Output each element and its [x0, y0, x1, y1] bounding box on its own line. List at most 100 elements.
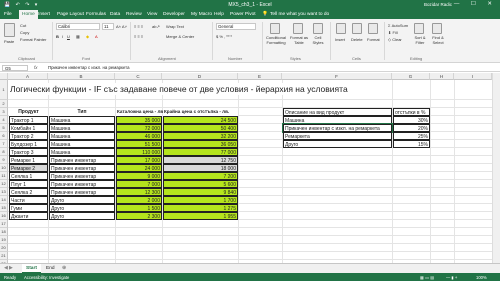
table-cell[interactable]: 110 000 — [116, 148, 162, 156]
table-cell[interactable]: 72 000 — [116, 124, 162, 132]
paste-button[interactable]: Paste — [4, 39, 14, 44]
row-header[interactable]: 9 — [0, 156, 8, 164]
table-cell[interactable]: Друго — [49, 204, 115, 212]
cell-styles-icon[interactable] — [313, 23, 323, 34]
vertical-scrollbar[interactable] — [492, 73, 500, 263]
cell-styles-button[interactable]: Cell Styles — [311, 35, 325, 45]
status-accessibility[interactable]: Accessibility: Investigate — [24, 275, 69, 280]
row-header[interactable]: 15 — [0, 204, 8, 212]
underline-icon[interactable]: U — [67, 34, 70, 39]
table-header-type[interactable]: Тип — [49, 108, 115, 116]
table-cell[interactable]: 77 000 — [163, 148, 238, 156]
tab-developer[interactable]: Developer — [163, 12, 185, 17]
table-cell[interactable]: 18 000 — [163, 164, 238, 172]
table-cell[interactable]: Друго — [49, 212, 115, 220]
table-cell[interactable]: Плуг 1 — [9, 180, 48, 188]
add-sheet-icon[interactable]: ⊕ — [62, 266, 66, 271]
table-cell[interactable]: 32 200 — [163, 132, 238, 140]
cut-button[interactable]: Cut — [20, 23, 26, 28]
row-header[interactable]: 19 — [0, 236, 8, 244]
discount-cell[interactable]: 30% — [393, 116, 430, 124]
find-select-icon[interactable] — [432, 23, 442, 34]
row-header[interactable]: 2 — [0, 100, 8, 108]
table-cell[interactable]: Машина — [49, 116, 115, 124]
table-cell[interactable]: 24 000 — [116, 164, 162, 172]
tab-insert[interactable]: Insert — [38, 12, 50, 17]
discount-cell[interactable]: 25% — [393, 132, 430, 140]
discount-cell[interactable]: Машина — [283, 116, 392, 124]
table-cell[interactable]: 24 500 — [163, 116, 238, 124]
column-header[interactable]: F — [282, 73, 392, 80]
font-size-select[interactable]: 11 — [102, 23, 114, 30]
table-cell[interactable]: 7 200 — [163, 172, 238, 180]
sort-filter-icon[interactable] — [414, 23, 424, 34]
table-cell[interactable]: Трактор 1 — [9, 116, 48, 124]
sheet-tab-start[interactable]: Start — [22, 264, 41, 273]
table-cell[interactable]: Гуми — [9, 204, 48, 212]
sheet-tab-end[interactable]: End — [46, 266, 55, 271]
row-header[interactable]: 11 — [0, 172, 8, 180]
merge-center-button[interactable]: Merge & Center — [166, 34, 194, 39]
table-cell[interactable]: 51 500 — [116, 140, 162, 148]
table-cell[interactable]: Прикачен инвентар — [49, 188, 115, 196]
table-cell[interactable]: 1 955 — [163, 212, 238, 220]
row-header[interactable]: 16 — [0, 212, 8, 220]
discount-header-percent[interactable]: отстъпки в % — [393, 108, 430, 116]
table-cell[interactable]: Сеялка 2 — [9, 188, 48, 196]
discount-cell-selected[interactable]: Прикачен инвентар с изкл. на ремаркета — [282, 123, 393, 133]
autosum-button[interactable]: Σ AutoSum — [388, 23, 408, 28]
table-header-catalog-price[interactable]: Каталожна цена - лв. — [116, 108, 165, 116]
table-cell[interactable]: Трактор 3 — [9, 148, 48, 156]
table-cell[interactable]: 1 700 — [163, 196, 238, 204]
row-header[interactable]: 20 — [0, 244, 8, 252]
align-left-icons[interactable]: ≡ ≡ ≡ — [134, 34, 143, 39]
row-header[interactable]: 4 — [0, 116, 8, 124]
view-mode-icons[interactable]: ▦ ▭ ▤ — [420, 275, 434, 280]
discount-cell[interactable]: 20% — [393, 124, 430, 132]
tab-page-layout[interactable]: Page Layout — [57, 12, 84, 17]
format-as-table-icon[interactable] — [293, 23, 303, 34]
tab-formulas[interactable]: Formulas — [86, 12, 106, 17]
insert-cells-button[interactable]: Insert — [335, 37, 345, 42]
sort-filter-button[interactable]: Sort & Filter — [412, 35, 428, 45]
table-cell[interactable]: Прикачен инвентар — [49, 172, 115, 180]
table-cell[interactable]: Ремарке 2 — [9, 164, 48, 172]
column-header[interactable]: A — [8, 73, 48, 80]
discount-cell[interactable]: 15% — [393, 140, 430, 148]
column-header[interactable]: I — [454, 73, 492, 80]
column-header[interactable]: C — [115, 73, 162, 80]
column-header[interactable]: D — [162, 73, 238, 80]
font-grow-icon[interactable]: A˄ A˅ — [116, 24, 127, 29]
number-format-icons[interactable]: $ % , ⁰⁰ ⁰ — [216, 34, 232, 39]
borders-icon[interactable]: ▦ — [76, 34, 80, 39]
bold-icon[interactable]: B — [56, 34, 59, 39]
tell-me-box[interactable]: Tell me what you want to do — [270, 12, 329, 17]
fx-icon[interactable]: fx — [34, 65, 38, 70]
formula-input[interactable]: Прикачен инвентар с изкл. на ремаркета — [46, 65, 496, 71]
orientation-icon[interactable]: ab↗ — [152, 24, 160, 29]
table-cell[interactable]: 2 300 — [116, 212, 162, 220]
table-cell[interactable]: 36 050 — [163, 140, 238, 148]
table-cell[interactable]: 1 275 — [163, 204, 238, 212]
tab-power-pivot[interactable]: Power Pivot — [230, 12, 256, 17]
table-cell[interactable]: Трактор 2 — [9, 132, 48, 140]
tab-help[interactable]: Help — [214, 12, 224, 17]
table-cell[interactable]: Друго — [49, 196, 115, 204]
italic-icon[interactable]: I — [62, 34, 63, 39]
column-header[interactable]: H — [430, 73, 454, 80]
format-cells-button[interactable]: Format — [367, 37, 380, 42]
table-cell[interactable]: 46 000 — [116, 132, 162, 140]
discount-cell[interactable]: Ремаркета — [283, 132, 392, 140]
table-cell[interactable]: Машина — [49, 132, 115, 140]
sheet-title[interactable]: Логически функции - IF със задаване пове… — [9, 83, 349, 95]
insert-cells-icon[interactable] — [336, 23, 346, 34]
table-cell[interactable]: 2 000 — [116, 196, 162, 204]
row-header[interactable]: 14 — [0, 196, 8, 204]
tab-my-macro[interactable]: My Macro — [191, 12, 212, 17]
conditional-formatting-icon[interactable] — [270, 23, 280, 34]
row-header[interactable]: 5 — [0, 124, 8, 132]
sheet-nav-icons[interactable]: ◀ ▶ — [4, 266, 13, 271]
align-top-icons[interactable]: ≡ ≡ ≡ — [134, 24, 143, 29]
discount-cell[interactable]: Друго — [283, 140, 392, 148]
row-header[interactable]: 1 — [0, 80, 8, 100]
